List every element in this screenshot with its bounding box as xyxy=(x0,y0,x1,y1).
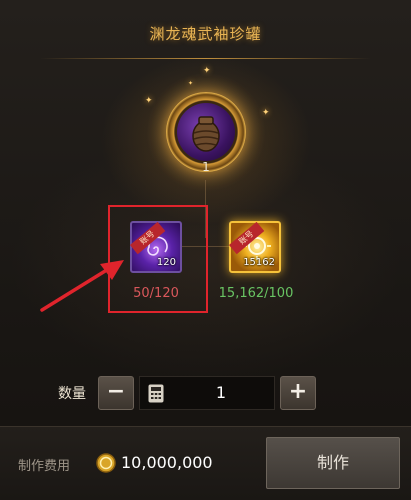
quantity-input[interactable]: 1 xyxy=(139,376,275,410)
material-requirement-2: 15,162/100 xyxy=(218,286,294,301)
material-quantity: 15162 xyxy=(243,257,275,268)
plus-icon: + xyxy=(288,379,308,404)
title-divider xyxy=(40,58,371,59)
increase-quantity-button[interactable]: + xyxy=(280,376,316,410)
page-title: 渊龙魂武袖珍罐 xyxy=(149,25,262,43)
result-count: 1 xyxy=(202,160,210,174)
annotation-arrow-icon xyxy=(40,260,124,312)
quantity-value[interactable]: 1 xyxy=(176,377,266,409)
craft-button[interactable]: 制作 xyxy=(266,437,400,489)
material-slot-2[interactable]: 账号 15162 xyxy=(229,221,281,273)
quantity-label: 数量 xyxy=(58,386,86,402)
calculator-icon[interactable] xyxy=(148,384,164,403)
title-bar: 渊龙魂武袖珍罐 xyxy=(0,14,411,54)
crafting-cost-value: 10,000,000 xyxy=(121,453,213,472)
crafting-cost-label: 制作费用 xyxy=(18,459,71,474)
gold-coin-icon xyxy=(96,453,116,473)
minus-icon: − xyxy=(106,379,126,404)
purple-orb-jar-icon xyxy=(177,103,235,161)
decrease-quantity-button[interactable]: − xyxy=(98,376,134,410)
